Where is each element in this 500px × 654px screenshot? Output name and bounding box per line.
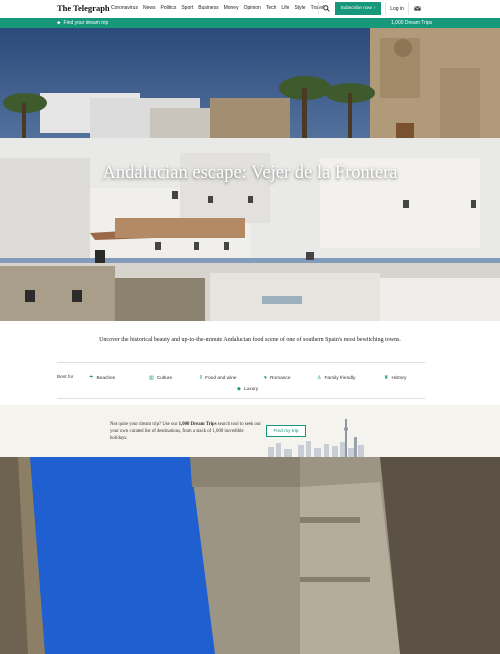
divider-top bbox=[57, 362, 425, 363]
divider-bottom bbox=[57, 398, 425, 399]
heart-icon: ♥ bbox=[264, 375, 267, 381]
chevron-right-icon: › bbox=[373, 6, 376, 11]
nav-item-life[interactable]: Life bbox=[281, 5, 289, 11]
subscribe-button[interactable]: Subscribe now › bbox=[335, 2, 381, 15]
banner-text-pre: Not quite your dream trip? Use our bbox=[110, 422, 179, 427]
hero-image: Andalucian escape: Vejer de la Frontera bbox=[0, 28, 500, 321]
cutlery-icon: ǁ bbox=[200, 375, 203, 381]
family-icon: ♙ bbox=[317, 375, 322, 381]
mail-button[interactable] bbox=[411, 3, 423, 14]
nav-item-coronavirus[interactable]: Coronavirus bbox=[111, 5, 138, 11]
best-for-chip-luxury[interactable]: ◆ Luxury bbox=[237, 386, 258, 392]
best-for-chip-beaches[interactable]: ☂ Beaches bbox=[89, 375, 115, 381]
dream-trips-link[interactable]: 1,000 Dream Trips bbox=[391, 20, 432, 26]
top-navigation: The Telegraph Coronavirus News Politics … bbox=[0, 0, 500, 19]
best-for-chip-family-friendly[interactable]: ♙ Family friendly bbox=[317, 375, 355, 381]
chip-label: Beaches bbox=[96, 375, 116, 381]
best-for-chip-culture[interactable]: ▥ Culture bbox=[149, 375, 172, 381]
best-for-chip-food-and-wine[interactable]: ǁ Food and wine bbox=[200, 375, 237, 381]
best-for-chip-history[interactable]: ♜ History bbox=[384, 375, 406, 381]
chip-label: Culture bbox=[156, 375, 173, 381]
best-for-label: Best for bbox=[57, 375, 74, 380]
dream-trip-banner: Not quite your dream trip? Use our 1,000… bbox=[0, 405, 500, 457]
find-dream-trip-link[interactable]: ⬥ Find your dream trip bbox=[57, 20, 108, 26]
login-button[interactable]: Log in bbox=[385, 2, 409, 15]
find-dream-trip-label: Find your dream trip bbox=[63, 19, 109, 26]
section-nav: Coronavirus News Politics Sport Business… bbox=[111, 5, 324, 11]
secondary-image bbox=[0, 457, 500, 654]
chip-label: Luxury bbox=[243, 386, 259, 392]
umbrella-icon: ☂ bbox=[89, 375, 94, 381]
nav-item-news[interactable]: News bbox=[143, 5, 156, 11]
nav-item-business[interactable]: Business bbox=[198, 5, 218, 11]
pin-icon: ⬥ bbox=[57, 19, 61, 26]
nav-more-arrow[interactable]: › bbox=[311, 4, 313, 10]
nav-item-style[interactable]: Style bbox=[294, 5, 305, 11]
banner-text: Not quite your dream trip? Use our 1,000… bbox=[110, 421, 262, 442]
city-skyline-illustration bbox=[268, 419, 364, 457]
nav-item-tech[interactable]: Tech bbox=[266, 5, 277, 11]
best-for-chip-romance[interactable]: ♥ Romance bbox=[264, 375, 291, 381]
nav-item-money[interactable]: Money bbox=[224, 5, 239, 11]
chip-label: Food and wine bbox=[205, 375, 237, 381]
page-title: Andalucian escape: Vejer de la Frontera bbox=[102, 163, 398, 183]
nav-item-opinion[interactable]: Opinion bbox=[244, 5, 261, 11]
chip-label: History bbox=[391, 375, 407, 381]
search-button[interactable] bbox=[318, 2, 333, 15]
museum-icon: ▥ bbox=[149, 375, 154, 381]
nav-item-sport[interactable]: Sport bbox=[181, 5, 193, 11]
dream-trip-bar: ⬥ Find your dream trip 1,000 Dream Trips bbox=[0, 18, 500, 28]
nav-item-politics[interactable]: Politics bbox=[160, 5, 176, 11]
castle-icon: ♜ bbox=[384, 375, 389, 381]
diamond-icon: ◆ bbox=[237, 386, 241, 392]
site-logo[interactable]: The Telegraph bbox=[57, 3, 110, 13]
subscribe-label: Subscribe now bbox=[340, 6, 372, 11]
search-icon bbox=[322, 5, 330, 12]
article-standfirst: Uncover the historical beauty and up-to-… bbox=[99, 337, 401, 343]
tower-photo bbox=[0, 457, 500, 654]
envelope-icon bbox=[413, 6, 421, 11]
chip-label: Romance bbox=[269, 375, 291, 381]
banner-text-bold: 1,000 Dream Trips bbox=[178, 422, 217, 427]
chip-label: Family friendly bbox=[324, 375, 356, 381]
